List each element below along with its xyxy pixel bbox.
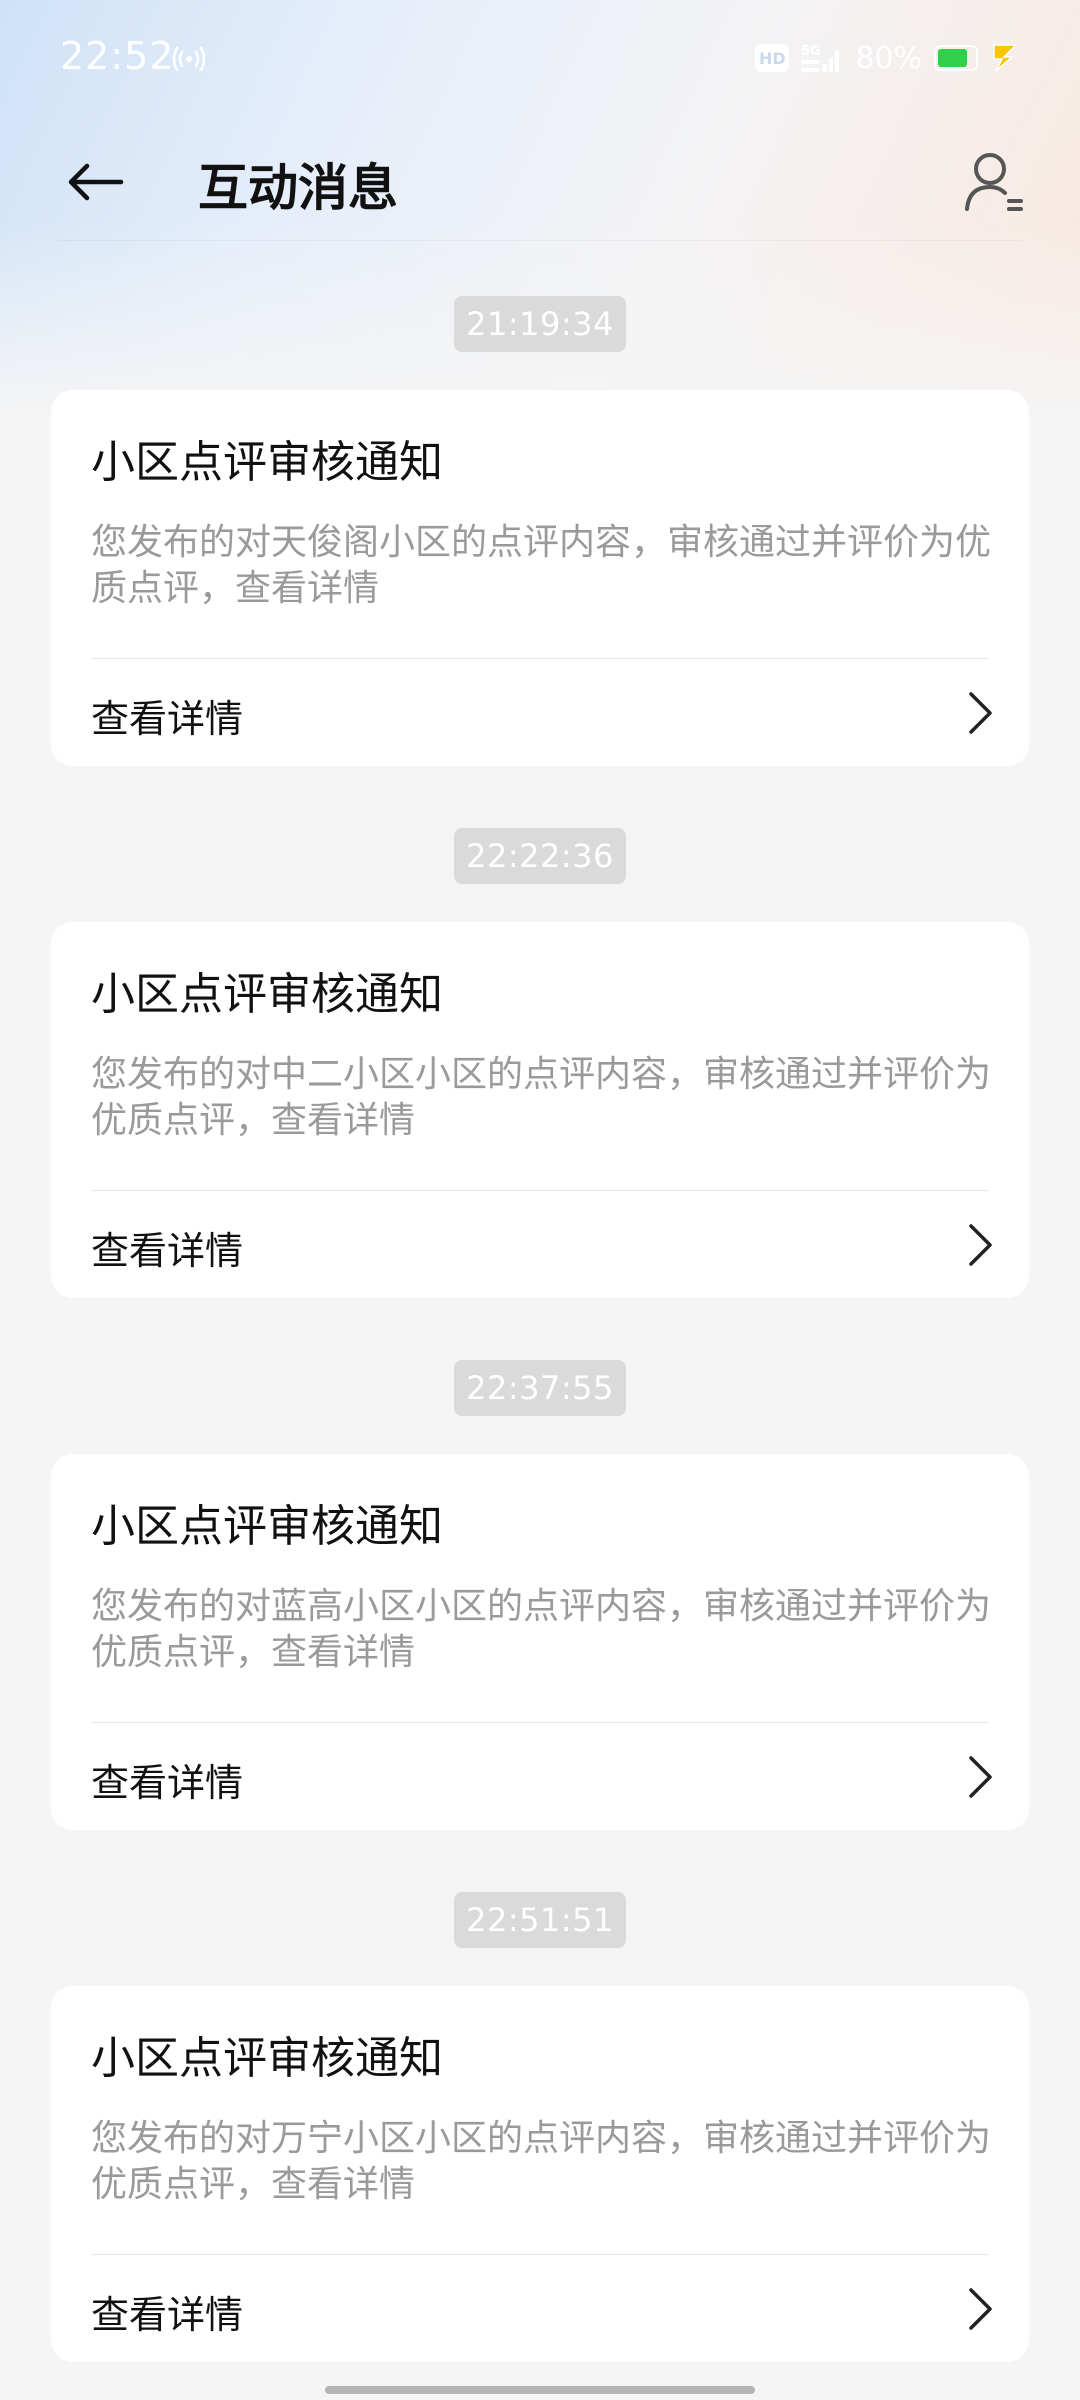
view-details-link[interactable]: 查看详情 <box>51 1724 1029 1830</box>
hotspot-signal-icon <box>172 46 206 72</box>
back-button[interactable] <box>50 142 140 222</box>
card-divider <box>91 2254 989 2255</box>
network-type-label: 5G <box>801 44 821 59</box>
card-divider <box>91 1190 989 1191</box>
message-title: 小区点评审核通知 <box>91 2033 443 2084</box>
status-bar: 22:52 HD 5G 80% <box>0 0 1080 115</box>
message-body: 您发布的对天俊阁小区的点评内容，审核通过并评价为优质点评，查看详情 <box>91 522 992 609</box>
message-body: 您发布的对蓝高小区小区的点评内容，审核通过并评价为优质点评，查看详情 <box>91 1586 992 1673</box>
view-details-link[interactable]: 查看详情 <box>51 2256 1029 2362</box>
message-card[interactable]: 小区点评审核通知 您发布的对蓝高小区小区的点评内容，审核通过并评价为优质点评，查… <box>51 1454 1029 1830</box>
chevron-right-icon <box>969 1224 992 1266</box>
back-arrow-icon <box>68 163 124 201</box>
status-icons: HD 5G 80% <box>755 38 1020 78</box>
chevron-right-icon <box>969 1756 992 1798</box>
chevron-right-icon <box>969 2288 992 2330</box>
message-body: 您发布的对中二小区小区的点评内容，审核通过并评价为优质点评，查看详情 <box>91 1054 992 1141</box>
profile-settings-button[interactable] <box>954 142 1034 222</box>
message-card[interactable]: 小区点评审核通知 您发布的对天俊阁小区的点评内容，审核通过并评价为优质点评，查看… <box>51 390 1029 766</box>
hd-icon: HD <box>755 44 790 72</box>
view-details-label: 查看详情 <box>91 697 244 741</box>
time-badge: 22:22:36 <box>454 828 626 884</box>
view-details-label: 查看详情 <box>91 1761 244 1805</box>
status-time: 22:52 <box>60 34 175 78</box>
time-badge-row: 22:37:55 <box>0 1360 1080 1416</box>
view-details-label: 查看详情 <box>91 1229 244 1273</box>
charging-icon <box>993 44 1018 72</box>
view-details-label: 查看详情 <box>91 2293 244 2337</box>
page-title: 互动消息 <box>198 159 398 217</box>
view-details-link[interactable]: 查看详情 <box>51 660 1029 766</box>
app-header: 互动消息 <box>0 130 1080 230</box>
card-divider <box>91 658 989 659</box>
message-group: 22:22:36 小区点评审核通知 您发布的对中二小区小区的点评内容，审核通过并… <box>0 828 1080 1298</box>
message-title: 小区点评审核通知 <box>91 1501 443 1552</box>
card-divider <box>91 1722 989 1723</box>
home-indicator[interactable] <box>325 2386 755 2394</box>
user-settings-icon <box>965 153 1023 211</box>
message-title: 小区点评审核通知 <box>91 437 443 488</box>
battery-percent: 80% <box>855 40 922 76</box>
time-badge-row: 22:51:51 <box>0 1892 1080 1948</box>
message-group: 22:37:55 小区点评审核通知 您发布的对蓝高小区小区的点评内容，审核通过并… <box>0 1360 1080 1830</box>
time-badge: 21:19:34 <box>454 296 626 352</box>
time-badge-row: 22:22:36 <box>0 828 1080 884</box>
time-badge: 22:51:51 <box>454 1892 626 1948</box>
message-group: 22:51:51 小区点评审核通知 您发布的对万宁小区小区的点评内容，审核通过并… <box>0 1892 1080 2362</box>
message-list: 21:19:34 小区点评审核通知 您发布的对天俊阁小区的点评内容，审核通过并评… <box>0 296 1080 2362</box>
time-badge: 22:37:55 <box>454 1360 626 1416</box>
time-badge-row: 21:19:34 <box>0 296 1080 352</box>
message-body: 您发布的对万宁小区小区的点评内容，审核通过并评价为优质点评，查看详情 <box>91 2118 992 2205</box>
cellular-signal-icon: 5G <box>801 44 840 72</box>
message-group: 21:19:34 小区点评审核通知 您发布的对天俊阁小区的点评内容，审核通过并评… <box>0 296 1080 766</box>
chevron-right-icon <box>969 692 992 734</box>
battery-fill <box>938 49 967 67</box>
view-details-link[interactable]: 查看详情 <box>51 1192 1029 1298</box>
battery-icon <box>934 45 978 71</box>
message-card[interactable]: 小区点评审核通知 您发布的对万宁小区小区的点评内容，审核通过并评价为优质点评，查… <box>51 1986 1029 2362</box>
message-card[interactable]: 小区点评审核通知 您发布的对中二小区小区的点评内容，审核通过并评价为优质点评，查… <box>51 922 1029 1298</box>
header-divider <box>58 240 1022 241</box>
message-title: 小区点评审核通知 <box>91 969 443 1020</box>
